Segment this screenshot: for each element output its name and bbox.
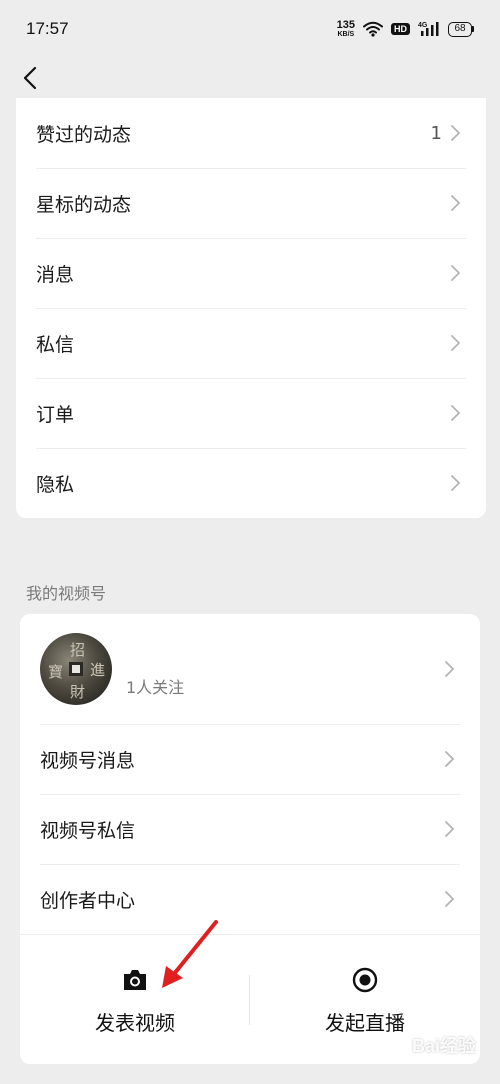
channel-item-messages[interactable]: 视频号消息 bbox=[20, 724, 480, 794]
coin-glyph: 招 bbox=[70, 641, 86, 659]
record-icon bbox=[352, 967, 378, 993]
menu-item-label: 私信 bbox=[36, 333, 75, 356]
battery-tip bbox=[472, 26, 474, 32]
network-speed-value: 135 bbox=[336, 19, 355, 31]
menu-item-label: 隐私 bbox=[36, 473, 75, 496]
menu-item-label: 视频号私信 bbox=[40, 819, 136, 842]
menu-item-liked-posts[interactable]: 赞过的动态 1 bbox=[16, 98, 486, 168]
battery-indicator: 68 bbox=[448, 21, 474, 37]
channels-card: 招 進 寶 財 1人关注 视频号消息 视频号私信 创作者中心 发表视频 发起直播 bbox=[20, 614, 480, 1064]
channel-item-creator-center[interactable]: 创作者中心 bbox=[20, 864, 480, 934]
cellular-signal-icon: 4G bbox=[418, 22, 439, 36]
menu-item-messages[interactable]: 消息 bbox=[16, 238, 486, 308]
hd-badge: HD bbox=[391, 23, 410, 35]
menu-item-starred-posts[interactable]: 星标的动态 bbox=[16, 168, 486, 238]
coin-hole bbox=[69, 662, 83, 676]
channel-item-private-messages[interactable]: 视频号私信 bbox=[20, 794, 480, 864]
chevron-left-icon bbox=[23, 66, 37, 90]
menu-item-private-messages[interactable]: 私信 bbox=[16, 308, 486, 378]
status-icons: 135 KB/S HD 4G 68 bbox=[337, 20, 474, 38]
coin-glyph: 進 bbox=[90, 661, 106, 679]
camera-icon bbox=[124, 970, 146, 990]
status-bar: 17:57 135 KB/S HD 4G 68 bbox=[0, 0, 500, 58]
menu-item-label: 星标的动态 bbox=[36, 193, 132, 216]
menu-item-label: 创作者中心 bbox=[40, 889, 136, 912]
channel-profile-row[interactable]: 招 進 寶 財 1人关注 bbox=[20, 614, 480, 724]
status-time: 17:57 bbox=[26, 19, 69, 38]
chevron-right-icon bbox=[451, 475, 460, 491]
chevron-right-icon bbox=[451, 405, 460, 421]
avatar: 招 進 寶 財 bbox=[40, 633, 112, 705]
chevron-right-icon bbox=[445, 891, 454, 907]
svg-text:4G: 4G bbox=[418, 22, 428, 29]
menu-item-privacy[interactable]: 隐私 bbox=[16, 448, 486, 518]
liked-count: 1 bbox=[430, 122, 442, 144]
post-video-button[interactable]: 发表视频 bbox=[20, 935, 250, 1064]
menu-item-label: 赞过的动态 bbox=[36, 123, 132, 146]
menu-item-label: 消息 bbox=[36, 263, 75, 286]
battery-level: 68 bbox=[448, 21, 472, 37]
coin-glyph: 寶 bbox=[48, 663, 64, 681]
network-speed-unit: KB/S bbox=[337, 31, 355, 38]
chevron-right-icon bbox=[451, 335, 460, 351]
follower-count: 1人关注 bbox=[126, 678, 185, 697]
watermark: Bai经验 bbox=[411, 1036, 476, 1056]
network-speed: 135 KB/S bbox=[336, 19, 355, 39]
chevron-right-icon bbox=[445, 661, 454, 677]
coin-glyph: 財 bbox=[70, 683, 86, 701]
chevron-right-icon bbox=[451, 195, 460, 211]
menu-item-label: 订单 bbox=[36, 403, 75, 426]
back-button[interactable] bbox=[12, 60, 48, 96]
chevron-right-icon bbox=[445, 821, 454, 837]
post-video-label: 发表视频 bbox=[95, 1011, 175, 1035]
menu-item-orders[interactable]: 订单 bbox=[16, 378, 486, 448]
menu-item-label: 视频号消息 bbox=[40, 749, 136, 772]
wifi-icon bbox=[363, 21, 383, 37]
chevron-right-icon bbox=[445, 751, 454, 767]
settings-menu-card: 赞过的动态 1 星标的动态 消息 私信 订单 隐私 bbox=[16, 98, 486, 518]
chevron-right-icon bbox=[451, 265, 460, 281]
start-live-label: 发起直播 bbox=[325, 1011, 405, 1035]
section-title-my-channels: 我的视频号 bbox=[26, 584, 107, 603]
chevron-right-icon bbox=[451, 125, 460, 141]
